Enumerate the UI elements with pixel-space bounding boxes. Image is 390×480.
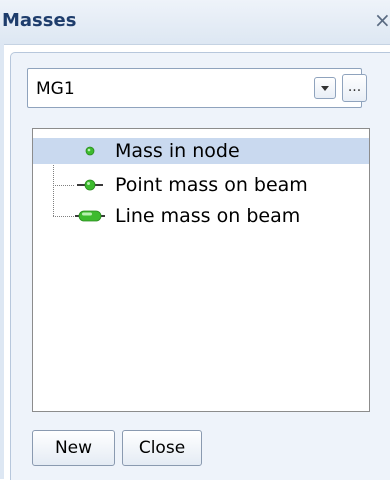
mass-in-node-icon xyxy=(85,146,95,156)
tree-item-label: Point mass on beam xyxy=(115,174,308,196)
line-mass-on-beam-icon xyxy=(75,210,105,222)
mass-group-value: MG1 xyxy=(36,79,75,99)
tree-item-label: Mass in node xyxy=(115,140,240,162)
tree-item-label: Line mass on beam xyxy=(115,205,301,227)
tree-item-line-mass-on-beam[interactable]: Line mass on beam xyxy=(33,203,369,229)
mass-type-tree: Mass in node Point mass on beam Line mas… xyxy=(32,128,370,412)
tree-item-point-mass-on-beam[interactable]: Point mass on beam xyxy=(33,172,369,198)
close-button[interactable]: Close xyxy=(122,430,202,466)
title-bar: Masses × xyxy=(0,0,390,45)
window-title: Masses xyxy=(2,10,77,31)
more-button[interactable]: ... xyxy=(342,74,367,102)
dropdown-arrow-icon[interactable] xyxy=(314,77,336,99)
tree-item-mass-in-node[interactable]: Mass in node xyxy=(33,138,369,164)
mass-group-combobox[interactable]: MG1 xyxy=(27,68,362,108)
masses-window: Masses × MG1 ... Mass in node Point mass… xyxy=(0,0,390,480)
point-mass-on-beam-icon xyxy=(77,179,103,191)
close-icon[interactable]: × xyxy=(374,8,390,32)
left-frame xyxy=(0,44,4,479)
new-button[interactable]: New xyxy=(32,430,115,466)
